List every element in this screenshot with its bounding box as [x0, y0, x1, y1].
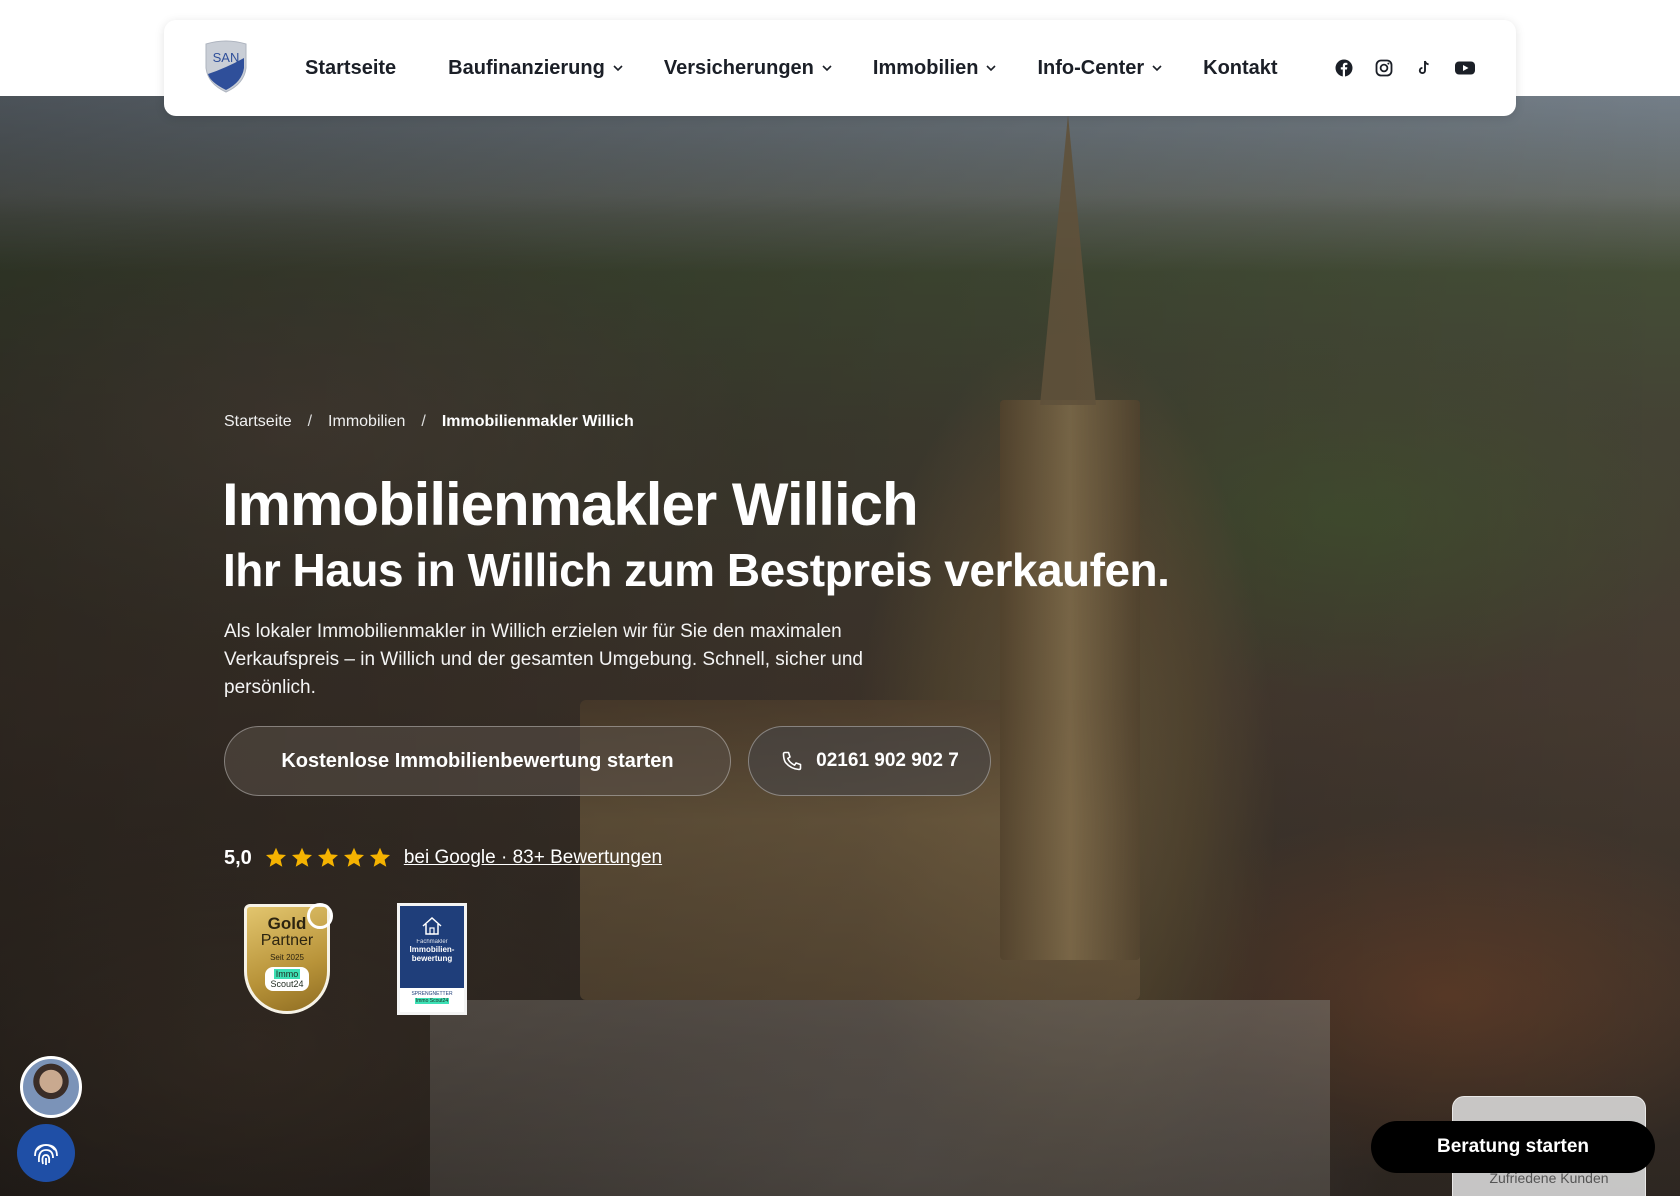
free-valuation-label: Kostenlose Immobilienbewertung starten	[281, 749, 674, 772]
phone-number: 02161 902 902 7	[816, 750, 959, 771]
gold-badge-brand-top: Immo	[273, 969, 301, 979]
start-consultation-button[interactable]: Beratung starten	[1371, 1121, 1655, 1173]
breadcrumb-current: Immobilienmakler Willich	[441, 413, 634, 430]
sprengnetter-valuation-badge: Fachmakler Immobilien-bewertung SPRENGNE…	[397, 903, 467, 1015]
nav-item-label: Versicherungen	[663, 56, 814, 79]
gold-badge-line1: Gold	[267, 914, 307, 933]
page-subtitle: Ihr Haus in Willich zum Bestpreis verkau…	[223, 544, 1170, 596]
start-consultation-label: Beratung starten	[1436, 1136, 1590, 1157]
google-reviews-link[interactable]: bei Google · 83+ Bewertungen	[404, 847, 662, 869]
breadcrumb: Startseite / Immobilien / Immobilienmakl…	[224, 413, 634, 431]
nav-item-baufinanzierung[interactable]: Baufinanzierung	[448, 57, 624, 80]
page-title: Immobilienmakler Willich	[222, 471, 919, 538]
gold-badge-line2: Partner	[260, 932, 314, 949]
instagram-icon[interactable]	[1374, 58, 1394, 78]
gold-badge-since: Seit 2025	[270, 953, 304, 962]
star-icon	[317, 847, 338, 867]
chevron-down-icon	[613, 65, 623, 72]
breadcrumb-separator: /	[307, 413, 313, 430]
assistant-avatar[interactable]	[20, 1056, 82, 1118]
nav-item-startseite[interactable]: Startseite	[305, 57, 396, 80]
phone-icon	[782, 751, 802, 771]
nav-item-versicherungen[interactable]: Versicherungen	[664, 57, 833, 80]
star-icon	[369, 847, 390, 867]
accessibility-button[interactable]	[17, 1124, 75, 1182]
nav-item-kontakt[interactable]: Kontakt	[1203, 57, 1277, 80]
nav-item-label: Startseite	[305, 56, 397, 79]
blue-badge-brand-line: SPRENGNETTER	[411, 991, 453, 997]
nav-item-label: Info-Center	[1037, 56, 1145, 79]
san-logo[interactable]: SAN	[204, 40, 248, 94]
social-links	[1334, 20, 1476, 116]
blue-badge-footer: SPRENGNETTER Immo Scout24	[400, 988, 464, 1012]
rating-stars	[264, 846, 392, 870]
star-icon	[343, 847, 364, 867]
breadcrumb-item-immobilien[interactable]: Immobilien	[328, 413, 405, 431]
google-rating: 5,0 bei Google · 83+ Bewertungen	[224, 844, 662, 872]
free-valuation-button[interactable]: Kostenlose Immobilienbewertung starten	[224, 726, 731, 796]
youtube-icon[interactable]	[1454, 58, 1476, 78]
immoscout-gold-partner-badge: Gold Partner Seit 2025 Immo Scout24	[244, 903, 333, 1014]
tiktok-icon[interactable]	[1414, 58, 1434, 78]
chevron-down-icon	[986, 65, 997, 72]
chevron-down-icon	[1152, 65, 1162, 72]
badge-ring-icon	[307, 903, 333, 929]
breadcrumb-item-startseite[interactable]: Startseite	[224, 413, 292, 431]
star-icon	[265, 847, 286, 867]
blue-badge-kicker: Fachmakler	[416, 939, 448, 945]
facebook-icon[interactable]	[1334, 58, 1354, 78]
nav-item-info-center[interactable]: Info-Center	[1037, 57, 1163, 80]
gold-badge-brand-bottom: Scout24	[270, 979, 304, 989]
logo-text: SAN	[213, 50, 240, 65]
gold-badge-brand: Immo Scout24	[265, 967, 309, 991]
nav-menu: Startseite Baufinanzierung Versicherunge…	[305, 20, 1278, 116]
nav-item-immobilien[interactable]: Immobilien	[873, 57, 998, 80]
house-icon	[422, 916, 442, 935]
nav-item-label: Immobilien	[872, 56, 979, 79]
breadcrumb-separator: /	[421, 413, 426, 430]
nav-item-label: Kontakt	[1203, 56, 1278, 79]
fingerprint-icon	[34, 1144, 58, 1165]
hero-intro-text: Als lokaler Immobilienmakler in Willich …	[224, 621, 863, 698]
blue-badge-brand: Immo Scout24	[414, 998, 450, 1004]
main-navigation: SAN Startseite Baufinanzierung Versicher…	[164, 20, 1516, 116]
chevron-down-icon	[822, 65, 832, 72]
phone-call-button[interactable]: 02161 902 902 7	[748, 726, 991, 796]
blue-badge-title: Immobilien-bewertung	[409, 945, 455, 963]
nav-item-label: Baufinanzierung	[448, 56, 605, 79]
star-icon	[291, 847, 312, 867]
rating-score: 5,0	[224, 846, 252, 869]
